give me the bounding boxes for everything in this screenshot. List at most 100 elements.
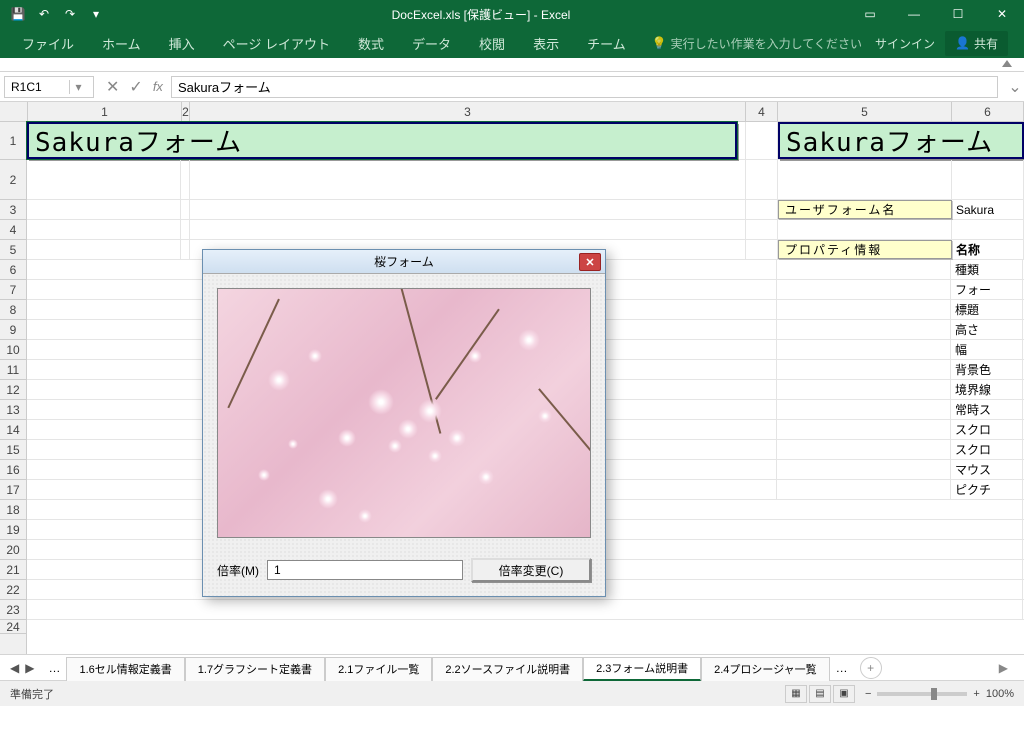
user-form-name-value[interactable]: Sakura bbox=[952, 200, 1024, 219]
row-header[interactable]: 3 bbox=[0, 200, 26, 220]
sheet-tab[interactable]: 2.2ソースファイル説明書 bbox=[432, 657, 583, 681]
col-header[interactable]: 4 bbox=[746, 102, 778, 121]
cell[interactable]: スクロ bbox=[951, 420, 1023, 439]
tell-me-search[interactable]: 💡 実行したい作業を入力してください bbox=[652, 35, 862, 52]
cell[interactable]: マウス bbox=[951, 460, 1023, 479]
tab-view[interactable]: 表示 bbox=[519, 28, 573, 58]
sheet-tab[interactable]: 1.7グラフシート定義書 bbox=[185, 657, 325, 681]
zoom-out-button[interactable]: − bbox=[865, 688, 871, 700]
col-header[interactable]: 6 bbox=[952, 102, 1024, 121]
page-break-button[interactable]: ▣ bbox=[833, 685, 855, 703]
tab-review[interactable]: 校閲 bbox=[465, 28, 519, 58]
cells-area[interactable]: Sakuraフォーム Sakuraフォーム ユーザフォーム名 Sakura プロ… bbox=[27, 122, 1024, 654]
cell[interactable]: 標題 bbox=[951, 300, 1023, 319]
maximize-button[interactable]: ☐ bbox=[936, 0, 980, 28]
row-header[interactable]: 22 bbox=[0, 580, 26, 600]
nav-next-icon[interactable]: ▶ bbox=[25, 661, 34, 675]
cell[interactable]: 幅 bbox=[951, 340, 1023, 359]
sheet-tab-active[interactable]: 2.3フォーム説明書 bbox=[583, 657, 701, 681]
row-header[interactable]: 6 bbox=[0, 260, 26, 280]
row-header[interactable]: 17 bbox=[0, 480, 26, 500]
sheet-overflow-right[interactable]: … bbox=[830, 661, 854, 675]
cell[interactable]: 背景色 bbox=[951, 360, 1023, 379]
tab-page-layout[interactable]: ページ レイアウト bbox=[209, 28, 344, 58]
formula-bar-expand-icon[interactable]: ⌄ bbox=[1006, 77, 1024, 97]
select-all-corner[interactable] bbox=[0, 102, 28, 121]
row-header[interactable]: 2 bbox=[0, 160, 26, 200]
rate-input[interactable] bbox=[267, 560, 463, 580]
row-header[interactable]: 8 bbox=[0, 300, 26, 320]
minimize-button[interactable]: — bbox=[892, 0, 936, 28]
cell[interactable]: 常時ス bbox=[951, 400, 1023, 419]
user-form-name-label[interactable]: ユーザフォーム名 bbox=[778, 200, 952, 219]
name-box[interactable]: R1C1 ▾ bbox=[4, 76, 94, 98]
row-header[interactable]: 9 bbox=[0, 320, 26, 340]
row-header[interactable]: 19 bbox=[0, 520, 26, 540]
page-layout-button[interactable]: ▤ bbox=[809, 685, 831, 703]
row-header[interactable]: 20 bbox=[0, 540, 26, 560]
col-header[interactable]: 5 bbox=[778, 102, 952, 121]
cell[interactable]: 名称 bbox=[952, 240, 1024, 259]
tab-formulas[interactable]: 数式 bbox=[344, 28, 398, 58]
cell[interactable]: フォー bbox=[951, 280, 1023, 299]
zoom-value[interactable]: 100% bbox=[986, 688, 1014, 700]
enter-formula-icon[interactable]: ✓ bbox=[129, 77, 142, 97]
cell[interactable]: 境界線 bbox=[951, 380, 1023, 399]
row-header[interactable]: 21 bbox=[0, 560, 26, 580]
tab-insert[interactable]: 挿入 bbox=[155, 28, 209, 58]
row-header[interactable]: 10 bbox=[0, 340, 26, 360]
cell[interactable]: ピクチ bbox=[951, 480, 1023, 499]
tab-team[interactable]: チーム bbox=[573, 28, 640, 58]
fx-icon[interactable]: fx bbox=[153, 79, 163, 94]
qat-customize-icon[interactable]: ▾ bbox=[84, 2, 108, 26]
row-header[interactable]: 12 bbox=[0, 380, 26, 400]
col-header[interactable]: 2 bbox=[182, 102, 190, 121]
row-header[interactable]: 11 bbox=[0, 360, 26, 380]
cell[interactable]: 種類 bbox=[951, 260, 1023, 279]
signin-link[interactable]: サインイン bbox=[865, 35, 945, 52]
row-header[interactable]: 5 bbox=[0, 240, 26, 260]
tab-file[interactable]: ファイル bbox=[8, 28, 88, 58]
nav-prev-icon[interactable]: ◀ bbox=[10, 661, 19, 675]
row-header[interactable]: 13 bbox=[0, 400, 26, 420]
scroll-right-icon[interactable]: ▶ bbox=[993, 661, 1014, 675]
redo-button[interactable]: ↷ bbox=[58, 2, 82, 26]
col-header[interactable]: 1 bbox=[28, 102, 182, 121]
close-button[interactable]: ✕ bbox=[980, 0, 1024, 28]
dialog-titlebar[interactable]: 桜フォーム ✕ bbox=[203, 250, 605, 274]
row-header[interactable]: 18 bbox=[0, 500, 26, 520]
sheet-tab[interactable]: 2.4プロシージャ一覧 bbox=[701, 657, 830, 681]
row-header[interactable]: 23 bbox=[0, 600, 26, 620]
undo-button[interactable]: ↶ bbox=[32, 2, 56, 26]
sheet-tab[interactable]: 2.1ファイル一覧 bbox=[325, 657, 432, 681]
title-cell-right[interactable]: Sakuraフォーム bbox=[778, 122, 1024, 159]
row-header[interactable]: 7 bbox=[0, 280, 26, 300]
title-cell-left[interactable]: Sakuraフォーム bbox=[27, 122, 737, 159]
ribbon-display-icon[interactable]: ▭ bbox=[848, 0, 892, 28]
save-button[interactable]: 💾 bbox=[6, 2, 30, 26]
ribbon-collapse-toggle[interactable] bbox=[0, 58, 1024, 72]
tab-home[interactable]: ホーム bbox=[88, 28, 155, 58]
row-header[interactable]: 24 bbox=[0, 620, 26, 634]
row-header[interactable]: 4 bbox=[0, 220, 26, 240]
cancel-formula-icon[interactable]: ✕ bbox=[106, 77, 119, 97]
cell[interactable]: スクロ bbox=[951, 440, 1023, 459]
row-header[interactable]: 15 bbox=[0, 440, 26, 460]
cell[interactable]: 高さ bbox=[951, 320, 1023, 339]
col-header[interactable]: 3 bbox=[190, 102, 746, 121]
dialog-close-button[interactable]: ✕ bbox=[579, 253, 601, 271]
rate-change-button[interactable]: 倍率変更(C) bbox=[471, 558, 591, 582]
row-header[interactable]: 1 bbox=[0, 122, 26, 160]
formula-bar[interactable]: Sakuraフォーム bbox=[171, 76, 998, 98]
chevron-down-icon[interactable]: ▾ bbox=[69, 80, 87, 94]
row-header[interactable]: 14 bbox=[0, 420, 26, 440]
sheet-tab[interactable]: 1.6セル情報定義書 bbox=[66, 657, 184, 681]
zoom-slider[interactable] bbox=[877, 692, 967, 696]
share-button[interactable]: 👤 共有 bbox=[945, 31, 1008, 56]
normal-view-button[interactable]: ▦ bbox=[785, 685, 807, 703]
row-header[interactable]: 16 bbox=[0, 460, 26, 480]
zoom-thumb[interactable] bbox=[931, 688, 937, 700]
sheet-overflow-left[interactable]: … bbox=[42, 661, 66, 675]
add-sheet-button[interactable]: + bbox=[860, 657, 882, 679]
zoom-in-button[interactable]: + bbox=[973, 688, 979, 700]
